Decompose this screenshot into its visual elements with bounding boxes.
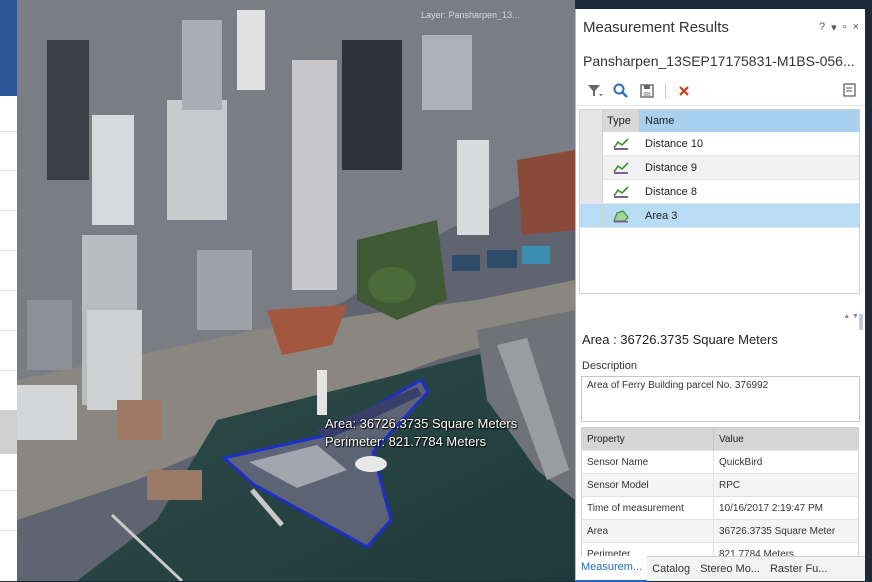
scrollbar-thumb[interactable] [859, 314, 863, 330]
distance-icon [603, 185, 639, 199]
divider [0, 290, 17, 291]
tab-catalog[interactable]: Catalog [647, 557, 695, 581]
divider [0, 530, 17, 531]
save-icon[interactable] [637, 82, 657, 100]
table-row: Sensor Model RPC [581, 473, 859, 497]
table-header: Type Name [580, 110, 859, 132]
table-row: Sensor Name QuickBird [581, 450, 859, 474]
row-selector[interactable] [580, 204, 603, 227]
pane-options-icon[interactable]: ▾ [831, 21, 837, 34]
table-row[interactable]: Distance 8 [580, 180, 859, 204]
tab-measurement[interactable]: Measurem... [576, 556, 648, 582]
divider [0, 330, 17, 331]
close-icon[interactable]: × [853, 21, 859, 33]
distance-icon [603, 137, 639, 151]
export-icon[interactable] [843, 82, 857, 100]
divider [0, 170, 17, 171]
property-name: Sensor Name [581, 450, 714, 474]
restore-icon[interactable]: ▫ [843, 21, 847, 33]
description-label: Description [582, 360, 638, 372]
table-header: Property Value [581, 427, 859, 451]
perimeter-label: Perimeter: 821.7784 Meters [325, 434, 487, 449]
property-value: RPC [713, 473, 859, 497]
property-value: QuickBird [713, 450, 859, 474]
row-name: Area 3 [645, 209, 678, 222]
area-label: Area: 36726.3735 Square Meters [325, 416, 518, 431]
property-name: Sensor Model [581, 473, 714, 497]
zoom-to-icon[interactable] [611, 82, 631, 100]
tab-stereo-model[interactable]: Stereo Mo... [695, 557, 765, 581]
row-name: Distance 8 [645, 185, 697, 198]
divider [0, 210, 17, 211]
measurement-results-pane: Measurement Results ? ▾ ▫ × Pansharpen_1… [575, 9, 865, 582]
row-selector[interactable] [580, 156, 603, 179]
divider [0, 370, 17, 371]
row-name: Distance 9 [645, 161, 697, 174]
delete-icon[interactable] [674, 82, 694, 100]
divider [0, 250, 17, 251]
help-icon[interactable]: ? [819, 21, 825, 33]
tab-raster-functions[interactable]: Raster Fu... [765, 557, 832, 581]
row-selector[interactable] [580, 132, 603, 155]
column-header-type[interactable]: Type [603, 110, 639, 132]
property-name: Area [581, 519, 714, 543]
toolbar-separator [665, 83, 666, 99]
divider [0, 490, 17, 491]
pane-titlebar: Measurement Results ? ▾ ▫ × [576, 9, 865, 45]
pane-tabs: Measurem... Catalog Stereo Mo... Raster … [576, 556, 865, 582]
left-dock-strip [0, 0, 18, 581]
area-icon [603, 209, 639, 223]
property-name: Time of measurement [581, 496, 714, 520]
results-table: Type Name Distance 10 Distance 9 Distanc… [579, 109, 860, 294]
results-toolbar [576, 77, 865, 106]
column-header-property: Property [581, 427, 714, 451]
filter-icon[interactable] [585, 82, 605, 100]
property-value: 10/16/2017 2:19:47 PM [713, 496, 859, 520]
detail-heading: Area : 36726.3735 Square Meters [582, 332, 778, 347]
ribbon-band [0, 0, 17, 96]
distance-icon [603, 161, 639, 175]
table-row: Time of measurement 10/16/2017 2:19:47 P… [581, 496, 859, 520]
table-row-selected[interactable]: Area 3 [580, 204, 859, 228]
column-header-value: Value [713, 427, 859, 451]
map-view[interactable]: Layer: Pansharpen_13... Area: 36726.3735… [17, 0, 575, 581]
divider [0, 131, 17, 132]
layer-tooltip: Layer: Pansharpen_13... [421, 10, 520, 20]
table-row: Area 36726.3735 Square Meter [581, 519, 859, 543]
row-selector[interactable] [580, 180, 603, 203]
selected-row[interactable] [0, 410, 17, 454]
pane-title: Measurement Results [583, 18, 729, 36]
property-value: 36726.3735 Square Meter [713, 519, 859, 543]
satellite-imagery [17, 0, 575, 581]
row-name: Distance 10 [645, 137, 704, 150]
properties-table: Property Value Sensor Name QuickBird Sen… [581, 427, 859, 566]
description-field[interactable]: Area of Ferry Building parcel No. 376992 [581, 376, 860, 422]
column-header-name[interactable]: Name [639, 110, 859, 132]
row-header-gutter [580, 110, 603, 132]
splitter-arrows[interactable]: ▲ ▼ [843, 313, 859, 320]
table-row[interactable]: Distance 9 [580, 156, 859, 180]
table-row[interactable]: Distance 10 [580, 132, 859, 156]
layer-name: Pansharpen_13SEP17175831-M1BS-056... [583, 53, 855, 69]
